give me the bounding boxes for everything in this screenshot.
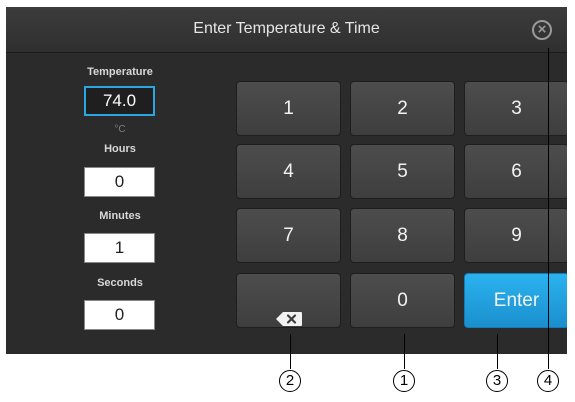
callout-line-3 [497, 334, 498, 369]
callout-1: 1 [393, 370, 415, 392]
hours-label: Hours [104, 143, 136, 155]
enter-button[interactable]: Enter [464, 273, 567, 328]
callout-3: 3 [486, 370, 508, 392]
callout-line-2 [290, 334, 291, 369]
close-button[interactable]: × [532, 20, 552, 40]
key-9[interactable]: 9 [464, 208, 567, 263]
key-1[interactable]: 1 [236, 81, 341, 136]
minutes-label: Minutes [99, 210, 141, 222]
key-4[interactable]: 4 [236, 144, 341, 199]
temperature-unit: °C [114, 124, 126, 135]
key-7[interactable]: 7 [236, 208, 341, 263]
key-5[interactable]: 5 [350, 144, 455, 199]
callout-2: 2 [279, 370, 301, 392]
title-bar: Enter Temperature & Time × [6, 7, 567, 53]
key-6[interactable]: 6 [464, 144, 567, 199]
seconds-field[interactable]: 0 [84, 300, 155, 330]
key-2[interactable]: 2 [350, 81, 455, 136]
backspace-button[interactable] [236, 273, 341, 328]
minutes-field[interactable]: 1 [84, 233, 155, 263]
temperature-label: Temperature [87, 66, 153, 78]
key-8[interactable]: 8 [350, 208, 455, 263]
temperature-time-dialog: Enter Temperature & Time × Temperature 7… [6, 7, 567, 354]
dialog-title: Enter Temperature & Time [193, 20, 380, 37]
seconds-label: Seconds [97, 277, 143, 289]
key-0[interactable]: 0 [350, 273, 455, 328]
key-3[interactable]: 3 [464, 81, 567, 136]
close-icon: × [537, 21, 547, 38]
callout-line-4 [548, 48, 549, 369]
hours-field[interactable]: 0 [84, 167, 155, 197]
backspace-icon [275, 294, 302, 326]
temperature-field[interactable]: 74.0 [84, 86, 155, 116]
callout-4: 4 [537, 370, 559, 392]
callout-line-1 [404, 334, 405, 369]
